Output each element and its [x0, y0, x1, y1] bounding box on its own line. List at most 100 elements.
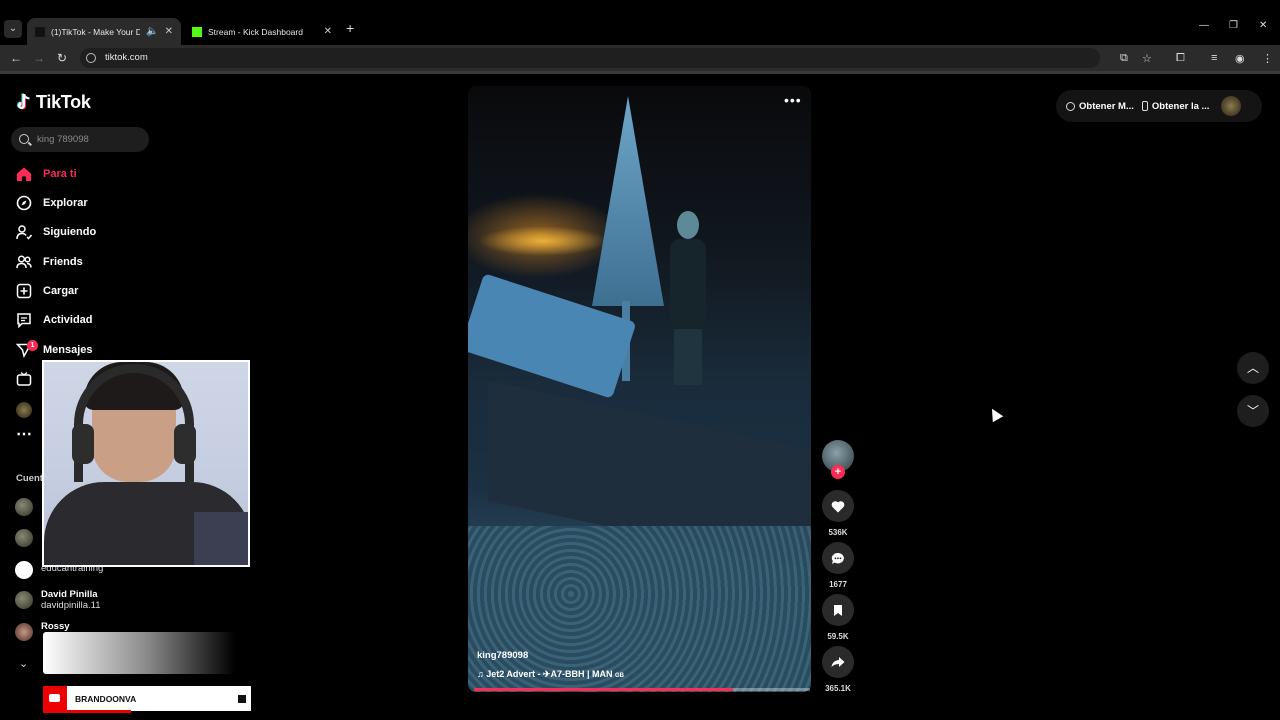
tiktok-note-icon — [16, 93, 32, 112]
like-button[interactable]: 536K — [822, 490, 854, 537]
follow-plus-icon[interactable]: + — [831, 465, 845, 479]
sidebar-item-friends[interactable]: Friends — [16, 252, 216, 272]
live-tv-icon — [16, 371, 32, 387]
bookmark-icon[interactable] — [822, 594, 854, 626]
account-handle: davidpinilla.11 — [41, 600, 101, 611]
comment-icon[interactable] — [822, 542, 854, 574]
upload-icon — [16, 283, 32, 299]
overlay-gradient-box — [43, 632, 235, 674]
get-app-label: Obtener la ... — [1151, 100, 1210, 112]
account-name: David Pinilla — [41, 589, 98, 600]
sidebar-item-para-ti[interactable]: Para ti — [16, 164, 216, 184]
reload-icon[interactable]: ↻ — [57, 51, 67, 65]
bookmark-star-icon[interactable]: ☆ — [1142, 52, 1152, 65]
heart-icon[interactable] — [822, 490, 854, 522]
video-author[interactable]: king789098 — [477, 650, 528, 661]
save-count: 59.5K — [827, 632, 849, 641]
sidebar-item-label: Para ti — [43, 168, 77, 180]
music-title: ♫ Jet2 Advert - ✈A7-BBH | MAN — [477, 669, 613, 679]
headphones-icon — [74, 364, 194, 482]
sidebar-item-mensajes[interactable]: Mensajes — [15, 340, 216, 360]
close-window-icon[interactable]: ✕ — [1259, 20, 1267, 31]
sidebar-item-explorar[interactable]: Explorar — [16, 193, 216, 213]
get-app-button[interactable]: Obtener la ... — [1141, 100, 1210, 112]
headphone-cup-left — [72, 424, 94, 464]
see-more-chevron-icon[interactable]: ⌄ — [19, 657, 28, 670]
extensions-icon[interactable]: ⧠ — [1176, 52, 1185, 65]
avatar — [15, 498, 33, 516]
top-actions-bar: Obtener M... Obtener la ... — [1056, 90, 1262, 122]
get-coins-button[interactable]: Obtener M... — [1066, 101, 1134, 112]
tab-close-icon[interactable]: ✕ — [324, 26, 332, 37]
stop-icon — [238, 694, 246, 703]
tab-kick[interactable]: Stream - Kick Dashboard ✕ — [184, 18, 340, 45]
save-button[interactable]: 59.5K — [822, 594, 854, 641]
site-info-icon[interactable] — [86, 53, 96, 63]
tiktok-logo[interactable]: TikTok — [16, 92, 91, 113]
browser-top — [0, 0, 1280, 14]
address-bar: ← → ↻ tiktok.com ⧉ ☆ ⧠ ≡ ◉ ⋮ — [0, 45, 1280, 71]
profile-icon[interactable]: ◉ — [1235, 52, 1245, 65]
mouse-cursor — [986, 405, 1004, 423]
minimize-icon[interactable]: — — [1199, 20, 1209, 31]
tab-title: (1)TikTok - Make Your Day — [51, 26, 141, 37]
divider — [0, 71, 1280, 74]
video-music[interactable]: ♫ Jet2 Advert - ✈A7-BBH | MAN GB — [477, 669, 624, 680]
tab-search-button[interactable]: ⌄ — [4, 20, 22, 38]
video-sand — [468, 526, 811, 692]
following-icon — [16, 224, 33, 240]
friends-icon — [16, 254, 32, 270]
url-field[interactable]: tiktok.com — [80, 48, 1100, 68]
back-icon[interactable]: ← — [10, 51, 22, 65]
sidebar-item-label: Actividad — [43, 314, 93, 326]
previous-video-button[interactable]: ︿ — [1237, 352, 1269, 384]
sidebar-item-siguiendo[interactable]: Siguiendo — [16, 222, 216, 242]
speaker-icon[interactable]: 🔈 — [146, 26, 158, 37]
avatar — [15, 561, 33, 579]
profile-avatar — [16, 402, 32, 418]
install-app-icon[interactable]: ⧉ — [1120, 52, 1128, 65]
browser-menu-icon[interactable]: ⋮ — [1262, 52, 1273, 65]
forward-icon[interactable]: → — [33, 51, 45, 65]
restore-icon[interactable]: ❐ — [1229, 20, 1238, 31]
video-umbrella — [592, 96, 664, 306]
sidebar-item-label: Mensajes — [43, 344, 93, 356]
more-dots-icon: ⋯ — [16, 426, 32, 443]
video-player[interactable] — [468, 86, 811, 692]
account-item[interactable] — [15, 527, 33, 547]
tab-close-icon[interactable]: ✕ — [165, 26, 173, 37]
comment-count: 1677 — [829, 580, 847, 589]
video-person-body — [670, 239, 706, 329]
share-button[interactable]: 365.1K — [822, 646, 854, 693]
youtube-overlay-bar: BRANDOONVA — [43, 686, 251, 711]
search-input[interactable]: king 789098 — [11, 127, 149, 152]
sidebar-item-actividad[interactable]: Actividad — [16, 310, 216, 330]
avatar — [15, 591, 33, 609]
search-icon[interactable] — [19, 134, 29, 144]
new-tab-button[interactable]: + — [346, 20, 354, 36]
comment-button[interactable]: 1677 — [822, 542, 854, 589]
user-avatar[interactable] — [1221, 96, 1242, 116]
phone-icon — [1141, 101, 1148, 111]
sidebar-item-label: Friends — [43, 256, 83, 268]
music-suffix: GB — [615, 673, 625, 679]
tab-strip: ⌄ (1)TikTok - Make Your Day 🔈 ✕ Stream -… — [0, 14, 1280, 45]
video-person-head — [677, 211, 699, 239]
get-coins-label: Obtener M... — [1079, 100, 1134, 112]
tab-tiktok[interactable]: (1)TikTok - Make Your Day 🔈 ✕ — [27, 18, 181, 45]
tiktok-favicon-icon — [35, 26, 45, 37]
video-more-options-icon[interactable]: ••• — [784, 92, 802, 108]
home-icon — [16, 166, 32, 182]
share-icon[interactable] — [822, 646, 854, 678]
video-person-legs — [674, 329, 702, 385]
sidebar-item-cargar[interactable]: Cargar — [16, 281, 216, 301]
video-city-lights — [478, 226, 608, 256]
next-video-button[interactable]: ﹀ — [1237, 395, 1269, 427]
share-count: 365.1K — [825, 684, 851, 693]
account-item[interactable] — [15, 496, 33, 516]
video-progress-bar[interactable] — [474, 688, 810, 691]
media-control-icon[interactable]: ≡ — [1211, 52, 1217, 64]
webcam-overlay — [42, 360, 250, 567]
account-item[interactable]: David Pinilla davidpinilla.11 — [15, 589, 101, 611]
video-person — [664, 211, 714, 386]
